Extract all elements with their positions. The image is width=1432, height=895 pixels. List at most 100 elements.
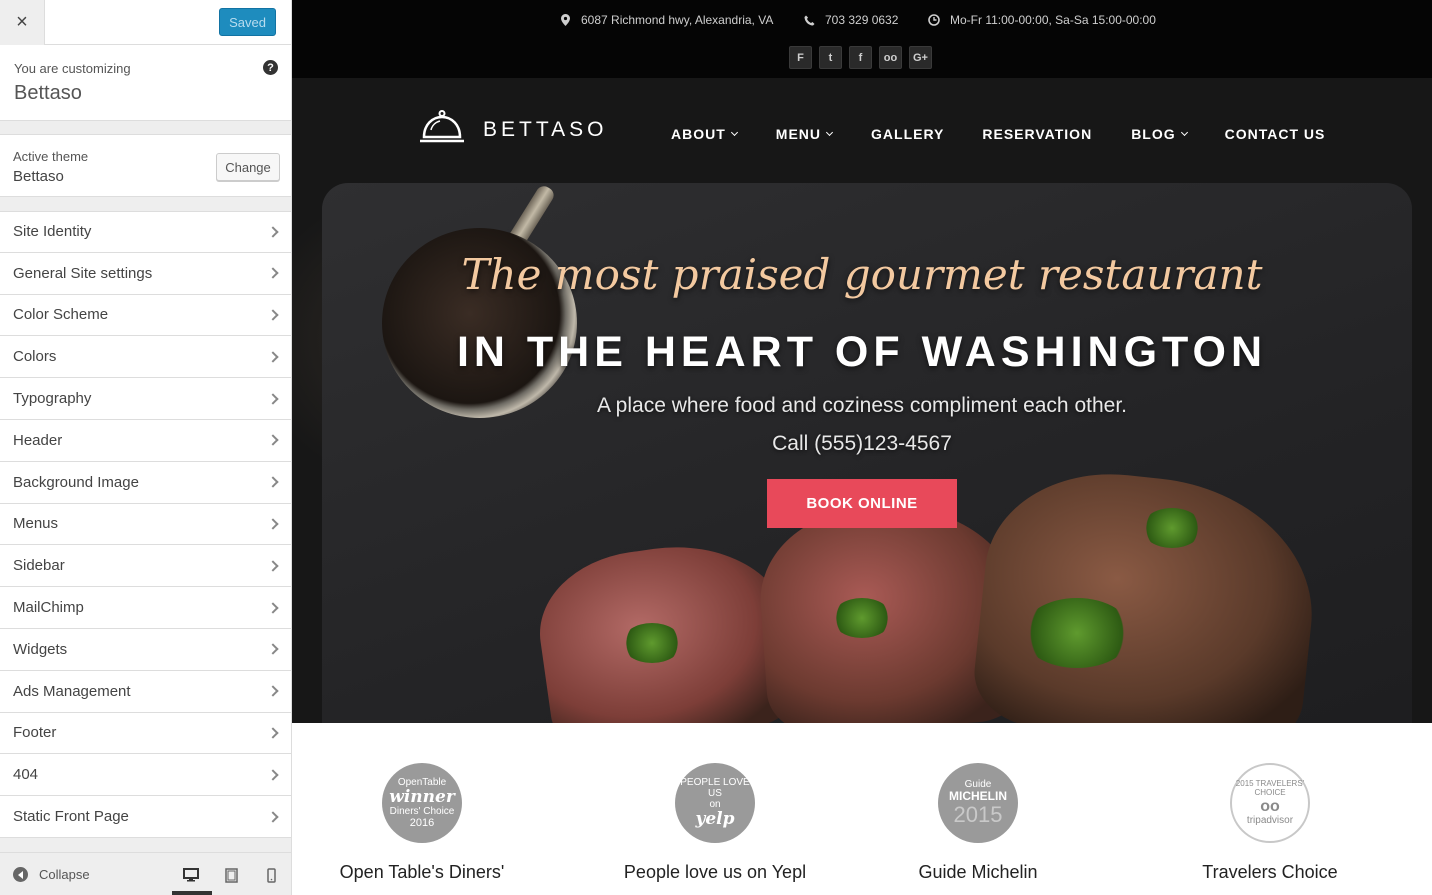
section-header[interactable]: Header <box>0 419 291 462</box>
chevron-right-icon <box>267 769 279 781</box>
badge-top: 2015 TRAVELERS' CHOICE <box>1235 778 1305 797</box>
saved-button[interactable]: Saved <box>219 8 276 36</box>
award-tripadvisor: 2015 TRAVELERS' CHOICE oo tripadvisor Tr… <box>1140 763 1400 883</box>
change-theme-button[interactable]: Change <box>216 153 280 181</box>
nav-item-about[interactable]: ABOUT <box>671 126 738 142</box>
desktop-preview-icon[interactable] <box>172 865 212 895</box>
mobile-preview-icon[interactable] <box>261 865 281 885</box>
chevron-right-icon <box>267 727 279 739</box>
foursquare-icon[interactable]: F <box>789 46 812 69</box>
section-label: Widgets <box>13 640 68 658</box>
chevron-down-icon <box>825 128 834 136</box>
chevron-right-icon <box>267 226 279 238</box>
yelp-badge: PEOPLE LOVE US on yelp <box>675 763 755 843</box>
site-logo[interactable]: BETTASO <box>419 110 607 149</box>
twitter-icon[interactable]: t <box>819 46 842 69</box>
award-yelp: PEOPLE LOVE US on yelp People love us on… <box>585 763 845 883</box>
section-typography[interactable]: Typography <box>0 378 291 420</box>
chevron-down-icon <box>730 128 738 136</box>
clock-icon <box>928 14 940 26</box>
customizer-panel: × Saved You are customizing Bettaso ? Ac… <box>0 0 292 895</box>
site-preview: 6087 Richmond hwy, Alexandria, VA 703 32… <box>292 0 1432 895</box>
badge-year: 2015 <box>953 802 1003 827</box>
award-title: Guide Michelin <box>918 862 1038 882</box>
herb-garnish <box>622 623 682 663</box>
hero-headline: IN THE HEART OF WASHINGTON <box>456 328 1268 376</box>
google-plus-icon[interactable]: G+ <box>909 46 932 69</box>
badge-year: 2016 <box>409 817 435 830</box>
close-icon[interactable]: × <box>0 0 45 45</box>
award-title: People love us on Yepl <box>623 862 807 882</box>
hours-text: Mo-Fr 11:00-00:00, Sa-Sa 15:00-00:00 <box>950 13 1156 27</box>
customizer-footer: Collapse <box>0 852 291 895</box>
chevron-right-icon <box>267 351 279 363</box>
logo-text: BETTASO <box>483 117 608 141</box>
customizing-label: You are customizing <box>14 61 131 76</box>
section-background-image[interactable]: Background Image <box>0 461 291 504</box>
section-menus[interactable]: Menus <box>0 503 291 546</box>
hours-info: Mo-Fr 11:00-00:00, Sa-Sa 15:00-00:00 <box>928 13 1156 27</box>
section-label: 404 <box>13 766 39 784</box>
customizer-header: × Saved <box>0 0 291 45</box>
section-widgets[interactable]: Widgets <box>0 628 291 671</box>
opentable-badge: OpenTable winner Diners' Choice 2016 <box>382 763 462 843</box>
nav-label: ABOUT <box>671 126 726 142</box>
top-info-bar: 6087 Richmond hwy, Alexandria, VA 703 32… <box>292 0 1432 78</box>
section-mailchimp[interactable]: MailChimp <box>0 587 291 629</box>
nav-item-menu[interactable]: MENU <box>776 126 834 142</box>
nav-label: RESERVATION <box>982 126 1093 142</box>
section-colors[interactable]: Colors <box>0 336 291 379</box>
chevron-right-icon <box>267 476 279 488</box>
chevron-right-icon <box>267 643 279 656</box>
section-label: Typography <box>13 390 92 408</box>
nav-item-gallery[interactable]: GALLERY <box>871 126 944 142</box>
section-label: Sidebar <box>13 557 65 575</box>
herb-garnish <box>832 598 892 638</box>
phone-icon <box>803 14 815 26</box>
badge-main: winner <box>389 786 455 807</box>
badge-sub: tripadvisor <box>1246 815 1294 827</box>
help-icon[interactable]: ? <box>263 60 278 75</box>
collapse-button[interactable]: Collapse <box>39 867 90 882</box>
herb-garnish <box>1022 598 1132 668</box>
nav-item-contact-us[interactable]: CONTACT US <box>1225 126 1326 142</box>
section-footer[interactable]: Footer <box>0 712 291 755</box>
collapse-icon[interactable] <box>13 867 28 882</box>
badge-main: yelp <box>695 809 735 830</box>
section-label: Colors <box>13 348 57 366</box>
michelin-badge: Guide MICHELIN 2015 <box>938 763 1018 843</box>
address-info: 6087 Richmond hwy, Alexandria, VA <box>559 13 773 27</box>
section-label: General Site settings <box>13 264 153 282</box>
section-general-site-settings[interactable]: General Site settings <box>0 252 291 295</box>
tablet-preview-icon[interactable] <box>221 865 241 885</box>
chevron-right-icon <box>267 267 279 279</box>
section-label: Menus <box>13 515 59 533</box>
tripadvisor-icon[interactable]: oo <box>879 46 902 69</box>
chevron-down-icon <box>1180 128 1188 136</box>
nav-item-reservation[interactable]: RESERVATION <box>982 126 1092 142</box>
phone-info: 703 329 0632 <box>803 13 898 27</box>
nav-label: GALLERY <box>871 126 945 142</box>
section-sidebar[interactable]: Sidebar <box>0 545 291 588</box>
herb-garnish <box>1142 508 1202 548</box>
map-marker-icon <box>559 14 571 26</box>
award-opentable: OpenTable winner Diners' Choice 2016 Ope… <box>292 763 552 883</box>
section-static-front-page[interactable]: Static Front Page <box>0 796 291 838</box>
section-label: Site Identity <box>13 223 92 241</box>
facebook-icon[interactable]: f <box>849 46 872 69</box>
section-label: Header <box>13 431 63 449</box>
book-online-button[interactable]: BOOK ONLINE <box>767 479 957 528</box>
chevron-right-icon <box>267 392 279 405</box>
section-site-identity[interactable]: Site Identity <box>0 211 291 253</box>
section-color-scheme[interactable]: Color Scheme <box>0 294 291 337</box>
section-404[interactable]: 404 <box>0 754 291 797</box>
section-label: Color Scheme <box>13 306 109 324</box>
active-theme-panel: Active theme Bettaso Change <box>0 134 291 197</box>
nav-label: CONTACT US <box>1224 126 1326 142</box>
award-title: Open Table's Diners' <box>339 862 505 882</box>
site-title: Bettaso <box>14 82 82 104</box>
chevron-right-icon <box>267 810 279 823</box>
hero-call: Call (555)123-4567 <box>772 432 952 455</box>
section-ads-management[interactable]: Ads Management <box>0 670 291 713</box>
nav-item-blog[interactable]: BLOG <box>1131 126 1188 142</box>
